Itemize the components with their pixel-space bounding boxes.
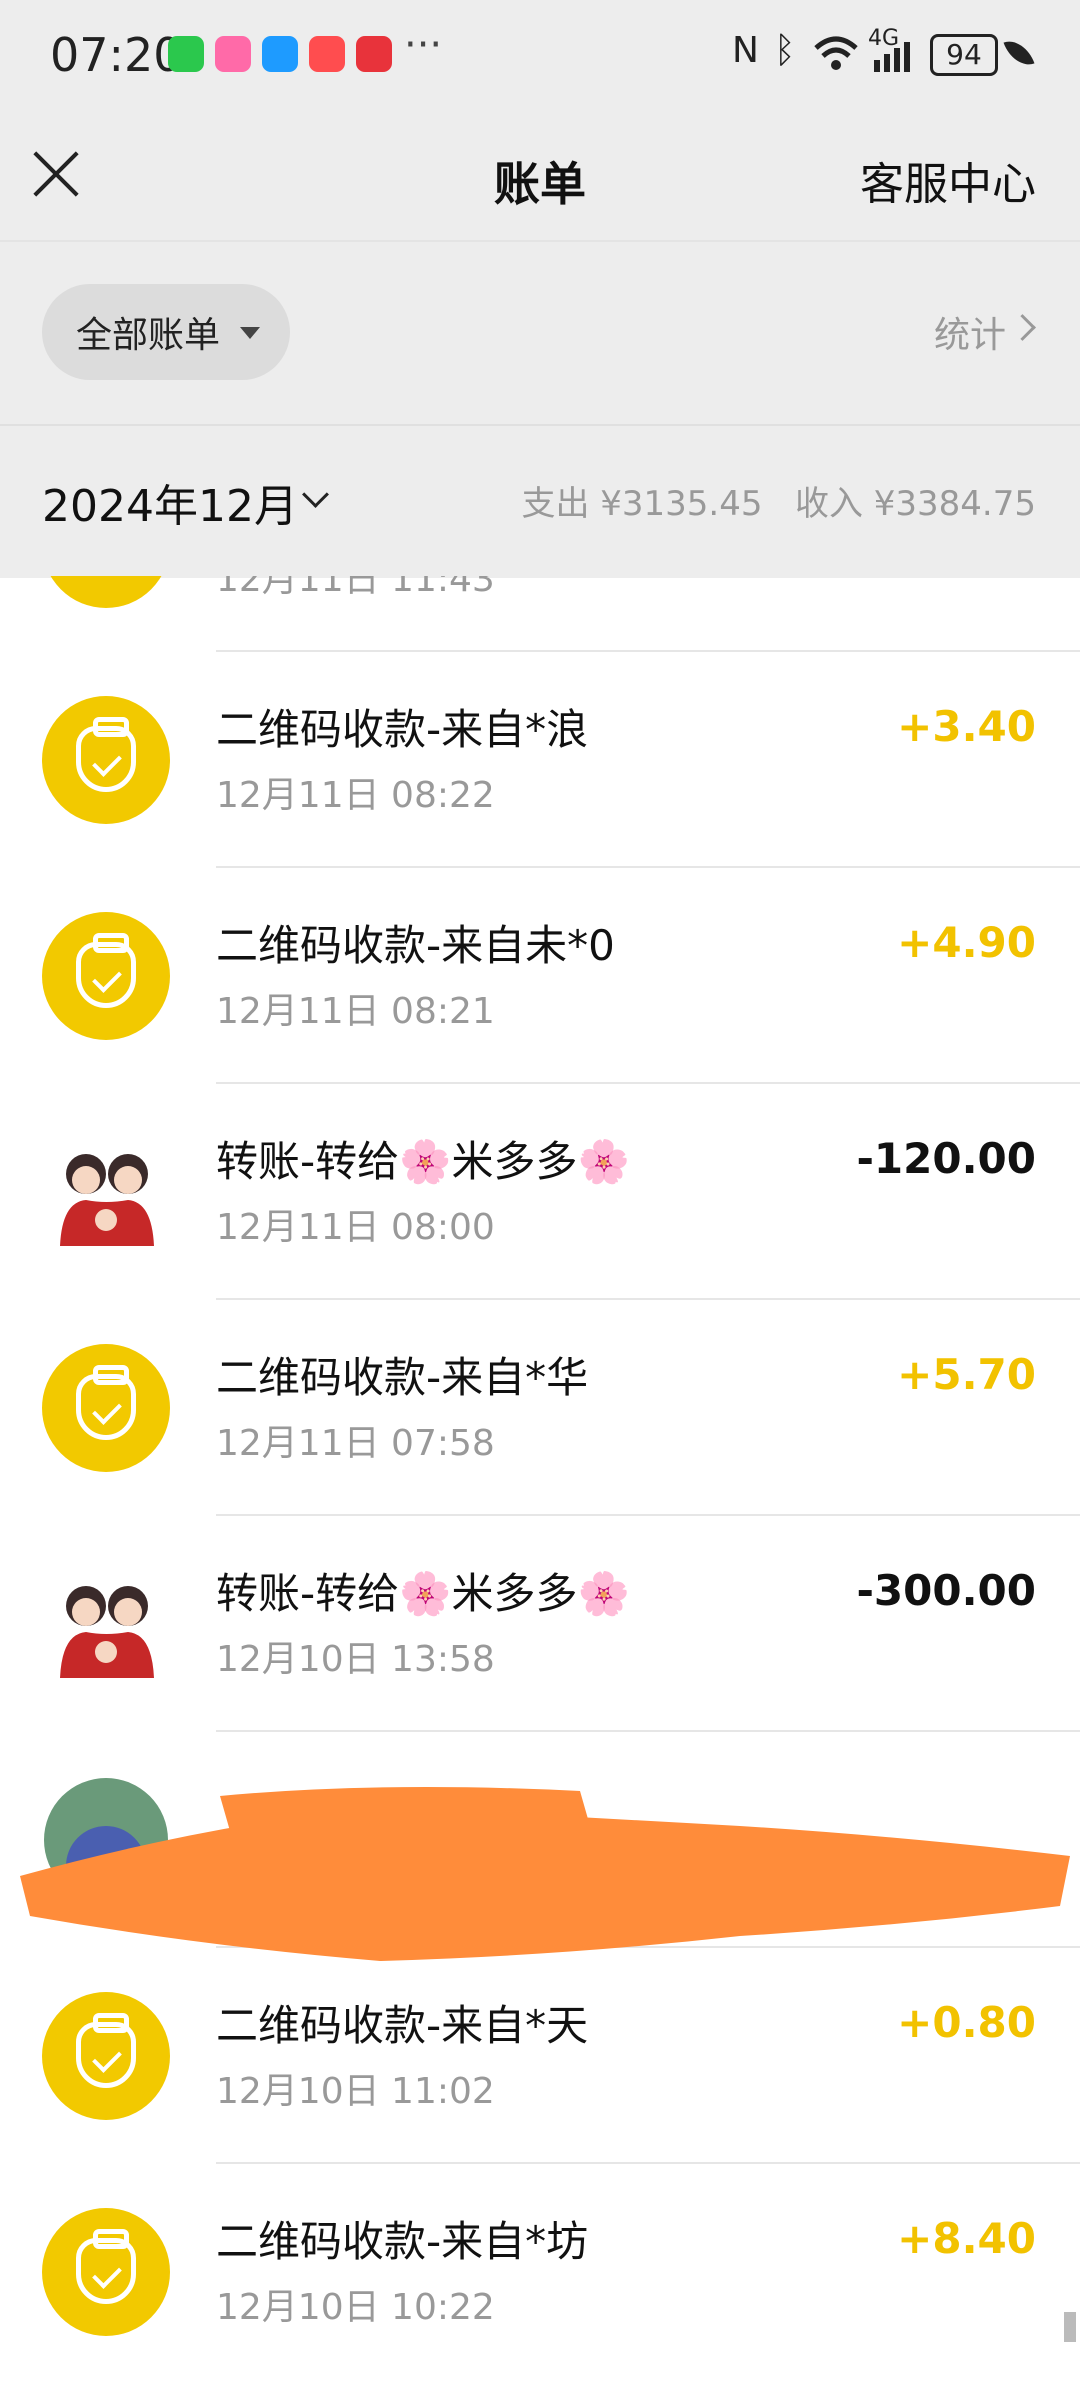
status-time: 07:20 [50, 28, 183, 82]
money-bag-icon [42, 696, 170, 824]
app-notification-icon [215, 36, 251, 72]
transaction-amount: +0.80 [897, 1998, 1036, 2047]
transaction-row[interactable]: 转账-转给🌸米多多🌸 12月10日 13:58 -300.00 [0, 1516, 1080, 1732]
transaction-time: 12月11日 08:00 [216, 1207, 495, 1248]
dropdown-triangle-icon [240, 327, 260, 339]
month-selector[interactable]: 2024年12月 [42, 470, 298, 534]
transaction-name: 二维码收款-来自未*0 [216, 921, 615, 970]
transaction-amount: +8.40 [897, 2214, 1036, 2263]
transaction-list: 12月11日 11:43 二维码收款-来自*浪 12月11日 08:22 +3.… [0, 576, 1080, 2400]
bluetooth-icon: ᛒ [774, 30, 796, 71]
transaction-row[interactable]: 二维码收款-来自*浪 12月11日 08:22 +3.40 [0, 652, 1080, 868]
battery-icon: 94 [930, 34, 998, 76]
transaction-row[interactable]: 二维码收款-来自*华 12月11日 07:58 +5.70 [0, 1300, 1080, 1516]
message-icon [262, 36, 298, 72]
transaction-time: 12月10日 13:58 [216, 1639, 495, 1680]
shopping-icon [356, 36, 392, 72]
transaction-amount: +5.70 [897, 1350, 1036, 1399]
transaction-time: 12月10日 10:22 [216, 2287, 495, 2328]
money-bag-icon [42, 2208, 170, 2336]
wifi-icon [814, 36, 858, 70]
transaction-amount: -300.00 [856, 1566, 1036, 1615]
transaction-name: 二维码收款-来自*浪 [216, 705, 589, 754]
money-bag-icon [42, 912, 170, 1040]
income-total: 收入 ¥3384.75 [794, 484, 1036, 524]
redaction-scribble [20, 1787, 1070, 1961]
customer-service-link[interactable]: 客服中心 [860, 148, 1036, 212]
status-bar: 07:20 ··· N ᛒ 4G 94 [0, 0, 1080, 115]
transaction-row[interactable]: 二维码收款-来自未*0 12月11日 08:21 +4.90 [0, 868, 1080, 1084]
money-bag-icon [42, 576, 170, 608]
transaction-name: 转账-转给🌸米多多🌸 [216, 1137, 630, 1186]
wechat-icon [168, 36, 204, 72]
money-bag-icon [42, 1344, 170, 1472]
transaction-time: 12月11日 07:58 [216, 1423, 495, 1464]
transaction-name: 二维码收款-来自*华 [216, 1353, 589, 1402]
store-icon [309, 36, 345, 72]
transaction-row[interactable]: 二维码收款-来自*坊 12月10日 10:22 +8.40 [0, 2164, 1080, 2380]
transaction-name: 转账-转给🌸米多多🌸 [216, 1569, 630, 1618]
money-bag-icon [42, 1992, 170, 2120]
signal-icon [874, 42, 910, 72]
transaction-time: 12月10日 11:02 [216, 2071, 495, 2112]
power-saving-icon [1003, 35, 1035, 71]
nfc-icon: N [732, 30, 759, 71]
filter-label: 全部账单 [76, 315, 221, 356]
statistics-link[interactable]: 统计 [934, 306, 1006, 358]
expense-total: 支出 ¥3135.45 [521, 484, 763, 524]
avatar [44, 1562, 168, 1686]
transaction-time: 12月11日 11:43 [216, 576, 495, 600]
more-notifications-icon: ··· [404, 22, 443, 68]
transaction-name: 二维码收款-来自*坊 [216, 2217, 589, 2266]
avatar [44, 1130, 168, 1254]
transaction-amount: -120.00 [856, 1134, 1036, 1183]
scrollbar[interactable] [1064, 2312, 1076, 2342]
transaction-row[interactable]: 转账-转给🌸米多多🌸 12月11日 08:00 -120.00 [0, 1084, 1080, 1300]
transaction-name: 二维码收款-来自*天 [216, 2001, 589, 2050]
transaction-row[interactable]: 12月11日 11:43 [0, 576, 1080, 652]
transaction-time: 12月11日 08:22 [216, 775, 495, 816]
transaction-time: 12月11日 08:21 [216, 991, 495, 1032]
transaction-amount: +4.90 [897, 918, 1036, 967]
transaction-amount: +3.40 [897, 702, 1036, 751]
month-summary: 支出 ¥3135.45 收入 ¥3384.75 [521, 476, 1036, 525]
